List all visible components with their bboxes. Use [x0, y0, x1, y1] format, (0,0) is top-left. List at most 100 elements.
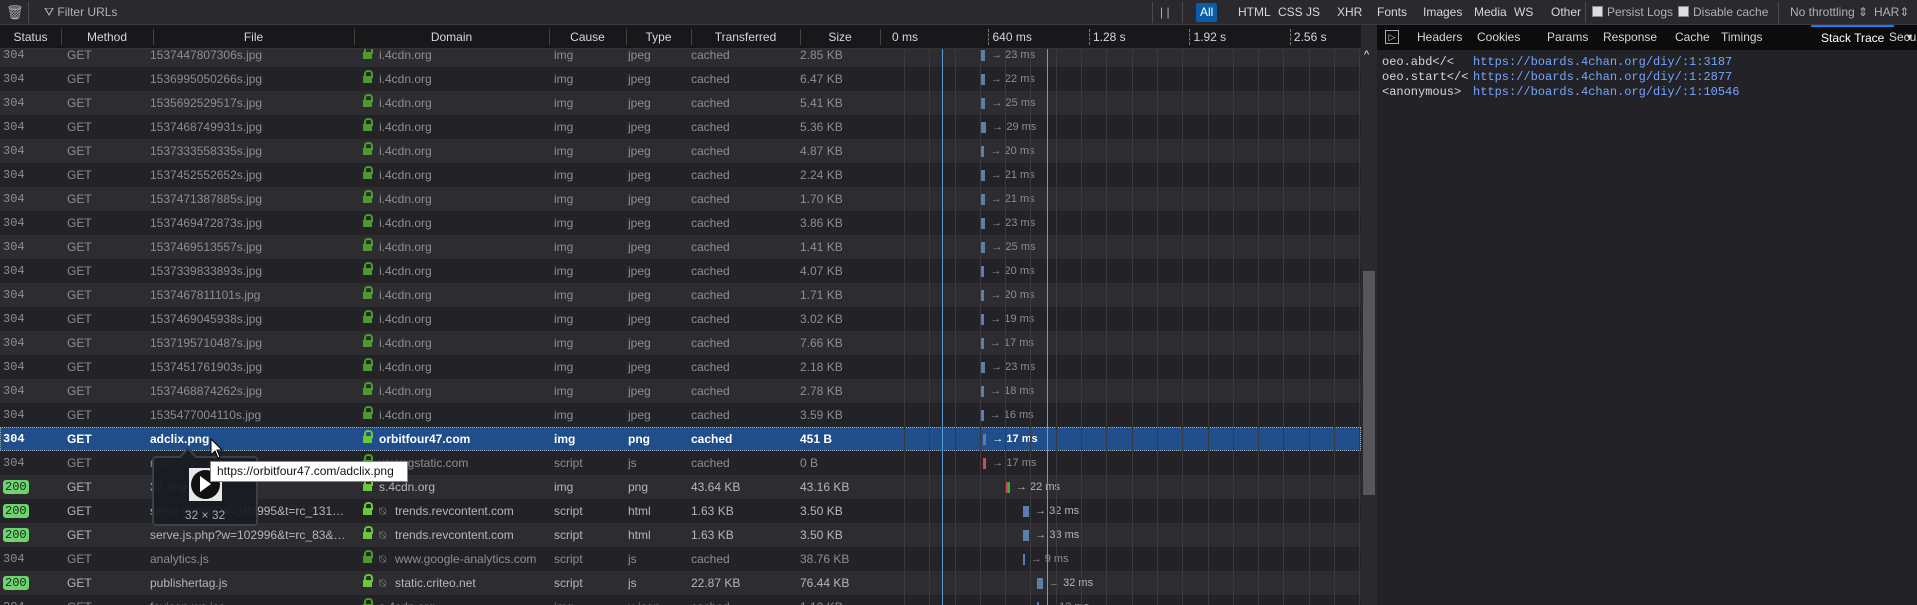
domain: i.4cdn.org — [379, 240, 432, 254]
method: GET — [67, 552, 92, 566]
filter-media[interactable]: Media — [1470, 3, 1511, 22]
type: x-icon — [628, 595, 660, 605]
header-status[interactable]: Status — [0, 25, 61, 49]
tab-headers[interactable]: Headers — [1417, 25, 1462, 50]
domain: i.4cdn.org — [379, 168, 432, 182]
status-code: 304 — [3, 552, 25, 566]
filter-images[interactable]: Images — [1419, 3, 1466, 22]
header-cause[interactable]: Cause — [549, 25, 626, 49]
waterfall-bar — [980, 314, 985, 325]
filter-fonts[interactable]: Fonts — [1373, 3, 1411, 22]
trash-icon[interactable]: 🗑 — [6, 0, 24, 25]
domain: trends.revcontent.com — [395, 504, 514, 518]
tab-cookies[interactable]: Cookies — [1477, 25, 1520, 50]
waterfall-bar — [1036, 578, 1044, 589]
size: 4.07 KB — [800, 264, 843, 278]
tab-timings[interactable]: Timings — [1721, 25, 1763, 50]
transferred: cached — [691, 288, 730, 302]
header-file[interactable]: File — [153, 25, 354, 49]
waterfall-time: → 9 ms — [1030, 553, 1069, 565]
domain: i.4cdn.org — [379, 72, 432, 86]
scrollbar[interactable]: ^ — [1361, 25, 1377, 605]
stack-function: oeo.abd</< — [1382, 55, 1455, 69]
tab-response[interactable]: Response — [1603, 25, 1657, 50]
size: 451 B — [800, 432, 833, 446]
filter-urls-input[interactable]: ⛛ Filter URLs — [44, 0, 117, 25]
pause-icon[interactable]: | | — [1160, 0, 1170, 25]
status-code: 304 — [3, 240, 25, 254]
method: GET — [67, 408, 92, 422]
stack-url-link[interactable]: https://boards.4chan.org/diy/:1:2877 — [1473, 70, 1732, 84]
filter-xhr[interactable]: XHR — [1333, 3, 1366, 22]
waterfall-time: → 32 ms — [1035, 505, 1080, 517]
lock-icon — [363, 214, 373, 228]
file: 1537469513557s.jpg — [150, 240, 263, 254]
method: GET — [67, 144, 92, 158]
waterfall-bar — [1022, 554, 1025, 565]
persist-logs-checkbox[interactable]: Persist Logs — [1592, 0, 1673, 25]
waterfall-bar — [980, 386, 985, 397]
stack-url-link[interactable]: https://boards.4chan.org/diy/:1:3187 — [1473, 55, 1732, 69]
stack-frame: oeo.start</< https://boards.4chan.org/diy… — [1382, 70, 1732, 84]
method: GET — [67, 432, 92, 446]
file: serve.js.php?w=102996&t=rc_83&c=... — [150, 528, 350, 542]
filter-html[interactable]: HTML — [1234, 3, 1275, 22]
timeline-gridline — [1005, 25, 1006, 605]
column-headers: Status Method File Domain Cause Type Tra… — [0, 25, 1361, 49]
header-size[interactable]: Size — [800, 25, 880, 49]
file: 1536995050266s.jpg — [150, 72, 263, 86]
cause: img — [554, 216, 574, 230]
waterfall-bar — [980, 242, 986, 253]
timeline-tick-label: 640 ms — [992, 30, 1032, 44]
status-code: 304 — [3, 216, 25, 230]
status-code: 304 — [3, 456, 25, 470]
timeline-tick-label: 0 ms — [892, 30, 919, 44]
file: 1537471387885s.jpg — [150, 192, 263, 206]
timeline-gridline — [1208, 25, 1209, 605]
lock-icon — [363, 94, 373, 108]
size: 2.24 KB — [800, 168, 843, 182]
header-type[interactable]: Type — [626, 25, 691, 49]
throttling-select[interactable]: No throttling ⇕ — [1790, 0, 1868, 25]
header-transferred[interactable]: Transferred — [691, 25, 800, 49]
domain: orbitfour47.com — [379, 432, 471, 446]
scrollbar-thumb[interactable] — [1363, 271, 1375, 495]
disable-cache-checkbox[interactable]: Disable cache — [1678, 0, 1768, 25]
filter-js[interactable]: JS — [1302, 3, 1324, 22]
transferred: cached — [691, 264, 730, 278]
method: GET — [67, 576, 92, 590]
waterfall-time: → 25 ms — [991, 97, 1036, 109]
status-code: 304 — [3, 312, 25, 326]
filter-all[interactable]: All — [1196, 3, 1218, 22]
waterfall-time: → 21 ms — [990, 193, 1035, 205]
lock-icon — [363, 382, 373, 396]
scroll-up-icon[interactable]: ^ — [1364, 49, 1369, 61]
tracker-icon: ⍉ — [379, 576, 387, 590]
header-domain[interactable]: Domain — [354, 25, 549, 49]
har-menu[interactable]: HAR⇕ — [1874, 0, 1909, 25]
chevron-down-icon[interactable]: ▼ — [1905, 25, 1914, 50]
filter-other[interactable]: Other — [1547, 3, 1585, 22]
load-marker — [1046, 25, 1048, 605]
size: 76.44 KB — [800, 576, 850, 590]
method: GET — [67, 168, 92, 182]
method: GET — [67, 384, 92, 398]
tab-params[interactable]: Params — [1547, 25, 1588, 50]
lock-icon — [363, 70, 373, 84]
domain: i.4cdn.org — [379, 216, 432, 230]
header-method[interactable]: Method — [61, 25, 153, 49]
stack-frame: oeo.abd</< https://boards.4chan.org/diy/:… — [1382, 55, 1732, 69]
cause: img — [554, 288, 574, 302]
size: 5.41 KB — [800, 96, 843, 110]
size: 1.71 KB — [800, 288, 843, 302]
divider — [1152, 2, 1153, 23]
stack-url-link[interactable]: https://boards.4chan.org/diy/:1:10546 — [1473, 85, 1739, 99]
tab-cache[interactable]: Cache — [1675, 25, 1710, 50]
tab-stack-trace[interactable]: Stack Trace — [1811, 25, 1895, 50]
status-badge: 200 — [3, 504, 29, 518]
toggle-panel-icon[interactable]: ▷ — [1385, 30, 1399, 44]
filter-ws[interactable]: WS — [1510, 3, 1537, 22]
method: GET — [67, 504, 92, 518]
file: 1535477004110s.jpg — [150, 408, 262, 422]
method: GET — [67, 360, 92, 374]
